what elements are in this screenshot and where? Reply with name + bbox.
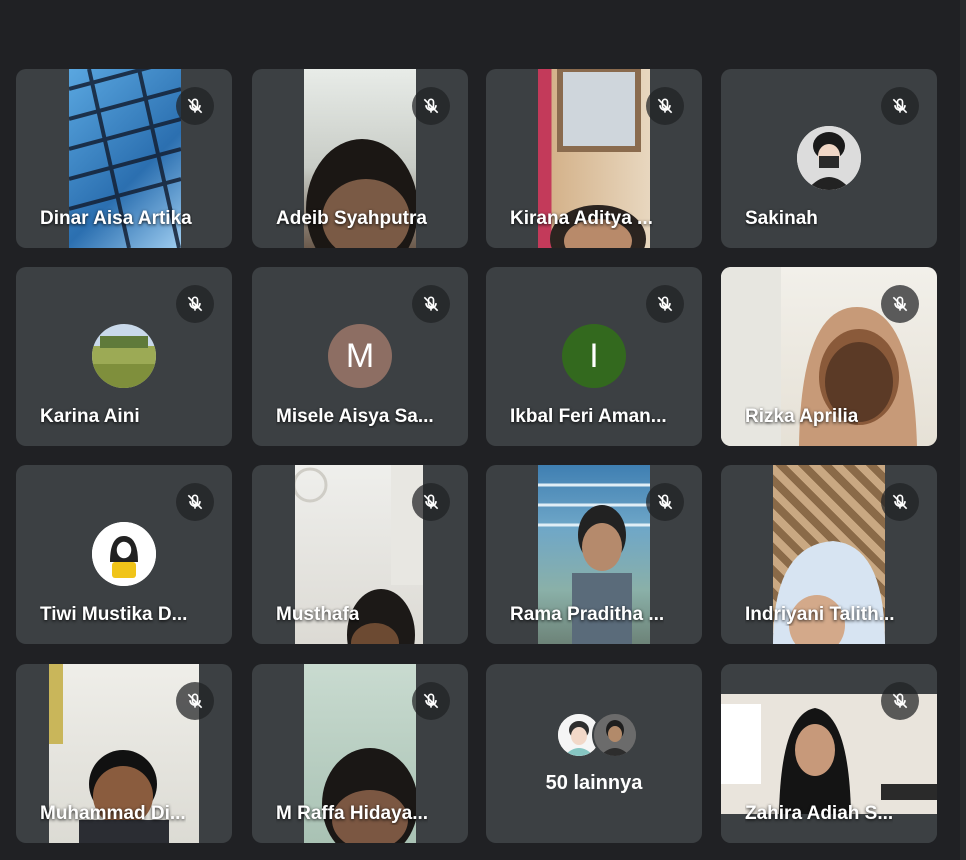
participant-name: Rizka Aprilia (745, 406, 859, 427)
mic-off-icon (881, 682, 919, 720)
participant-tile-6[interactable]: M Misele Aisya Sa... (252, 267, 468, 446)
mic-off-icon (412, 87, 450, 125)
mic-off-icon (881, 87, 919, 125)
participant-name: Kirana Aditya ... (510, 208, 653, 229)
mic-off-icon (646, 285, 684, 323)
avatar (592, 712, 638, 758)
participant-tile-4[interactable]: Sakinah (721, 69, 937, 248)
mic-off-icon (412, 682, 450, 720)
participant-tile-11[interactable]: Rama Praditha ... (486, 465, 702, 644)
mic-off-icon (646, 483, 684, 521)
window-edge (960, 0, 966, 860)
participant-tile-1[interactable]: Dinar Aisa Artika (16, 69, 232, 248)
participant-tile-10[interactable]: Musthafa (252, 465, 468, 644)
avatar: I (562, 324, 626, 388)
participant-name: M Raffa Hidaya... (276, 803, 429, 824)
mic-off-icon (881, 285, 919, 323)
more-participants-label: 50 lainnya (545, 772, 643, 794)
mic-off-icon (646, 87, 684, 125)
participant-tile-3[interactable]: Kirana Aditya ... (486, 69, 702, 248)
mic-off-icon (176, 87, 214, 125)
participant-name: Musthafa (276, 604, 360, 625)
participant-name: Sakinah (745, 208, 818, 229)
avatar (92, 522, 156, 586)
participant-name: Zahira Adiah S... (745, 803, 894, 824)
mic-off-icon (176, 285, 214, 323)
participant-name: Karina Aini (40, 406, 140, 427)
participant-name: Misele Aisya Sa... (276, 406, 434, 427)
participant-name: Muhammad Di... (40, 803, 186, 824)
mic-off-icon (176, 682, 214, 720)
participant-name: Indriyani Talith... (745, 604, 895, 625)
participant-name: Ikbal Feri Aman... (510, 406, 667, 427)
participant-tile-12[interactable]: Indriyani Talith... (721, 465, 937, 644)
participant-name: Rama Praditha ... (510, 604, 665, 625)
mic-off-icon (412, 285, 450, 323)
participant-name: Dinar Aisa Artika (40, 208, 192, 229)
mic-off-icon (176, 483, 214, 521)
participant-tile-13[interactable]: Muhammad Di... (16, 664, 232, 843)
more-participants-tile[interactable]: 50 lainnya (486, 664, 702, 843)
participant-tile-9[interactable]: Tiwi Mustika D... (16, 465, 232, 644)
more-avatars (556, 712, 646, 758)
participant-tile-14[interactable]: M Raffa Hidaya... (252, 664, 468, 843)
mic-off-icon (412, 483, 450, 521)
participant-tile-15[interactable]: Zahira Adiah S... (721, 664, 937, 843)
avatar (92, 324, 156, 388)
participant-name: Tiwi Mustika D... (40, 604, 188, 625)
avatar (797, 126, 861, 190)
participant-name: Adeib Syahputra (276, 208, 427, 229)
participant-tile-8[interactable]: Rizka Aprilia (721, 267, 937, 446)
participant-tile-5[interactable]: Karina Aini (16, 267, 232, 446)
participant-tile-2[interactable]: Adeib Syahputra (252, 69, 468, 248)
mic-off-icon (881, 483, 919, 521)
avatar: M (328, 324, 392, 388)
participant-tile-7[interactable]: I Ikbal Feri Aman... (486, 267, 702, 446)
